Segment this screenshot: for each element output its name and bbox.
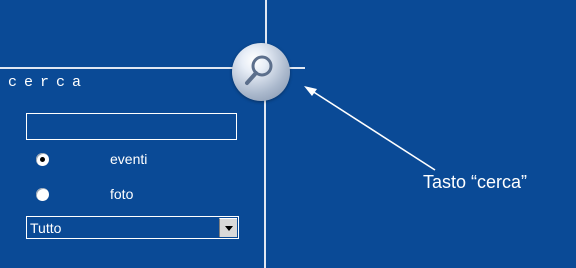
search-panel-page: cerca eventi foto Tutto Tasto “cerca” — [0, 0, 576, 268]
annotation-arrow — [304, 86, 436, 171]
annotation-label: Tasto “cerca” — [423, 172, 528, 192]
